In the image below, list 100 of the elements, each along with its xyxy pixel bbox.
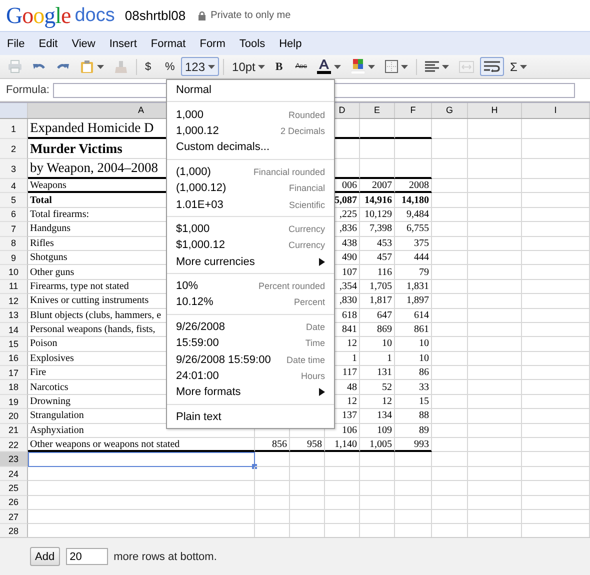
row-header[interactable]: 10 bbox=[0, 265, 28, 280]
menu-item[interactable]: Edit bbox=[34, 36, 63, 52]
toolbar-button[interactable]: 123 bbox=[181, 57, 220, 76]
table-cell: 444 bbox=[395, 250, 432, 266]
row-header[interactable]: 6 bbox=[0, 208, 28, 222]
table-cell: 12 bbox=[360, 394, 395, 410]
row-header[interactable]: 16 bbox=[0, 352, 28, 366]
menu-item[interactable]: View bbox=[66, 36, 100, 52]
menu-item[interactable]: Insert bbox=[104, 36, 142, 52]
table-cell bbox=[432, 294, 468, 309]
document-title[interactable]: 08shrtbl08 bbox=[124, 8, 186, 23]
format-hint: Date bbox=[306, 322, 325, 332]
column-header[interactable]: I bbox=[522, 103, 590, 118]
row-header[interactable]: 1 bbox=[0, 119, 28, 139]
row-header[interactable]: 27 bbox=[0, 510, 28, 524]
column-header[interactable]: E bbox=[360, 103, 395, 118]
table-cell bbox=[432, 280, 468, 294]
row-header[interactable]: 9 bbox=[0, 250, 28, 266]
format-hint: Date time bbox=[286, 354, 325, 365]
table-cell bbox=[255, 496, 290, 510]
format-hint: Scientific bbox=[288, 200, 325, 210]
row-header[interactable]: 4 bbox=[0, 179, 28, 194]
table-cell: 2007 bbox=[360, 179, 395, 194]
sharing-status[interactable]: Private to only me bbox=[210, 10, 291, 21]
menu-item[interactable]: Form bbox=[194, 36, 230, 52]
row-header[interactable]: 5 bbox=[0, 193, 28, 208]
menu-item[interactable]: Format bbox=[146, 36, 191, 52]
lock-icon bbox=[198, 10, 206, 20]
row-header[interactable]: 17 bbox=[0, 366, 28, 380]
table-cell bbox=[395, 159, 432, 179]
table-cell: 33 bbox=[395, 380, 432, 395]
menu-item[interactable]: Help bbox=[274, 36, 307, 52]
row-header[interactable]: 7 bbox=[0, 222, 28, 237]
table-cell bbox=[255, 466, 290, 482]
row-header[interactable]: 24 bbox=[0, 466, 28, 482]
logo[interactable]: Google bbox=[6, 2, 71, 28]
table-cell bbox=[290, 496, 325, 510]
add-button[interactable]: Add bbox=[30, 547, 60, 566]
table-cell: 1,817 bbox=[360, 294, 395, 309]
table-cell bbox=[522, 294, 590, 309]
row-header[interactable]: 22 bbox=[0, 438, 28, 452]
row-header[interactable]: 14 bbox=[0, 322, 28, 338]
table-cell: 109 bbox=[360, 424, 395, 438]
table-cell bbox=[468, 250, 522, 266]
table-cell bbox=[290, 452, 325, 467]
table-cell bbox=[395, 466, 432, 482]
row-header[interactable]: 23 bbox=[0, 452, 28, 467]
table-cell: 647 bbox=[360, 308, 395, 323]
fill-handle[interactable] bbox=[252, 464, 257, 469]
toolbar-button[interactable]: 10pt bbox=[228, 57, 270, 76]
row-header[interactable]: 20 bbox=[0, 409, 28, 424]
table-cell bbox=[325, 496, 360, 510]
table-cell bbox=[468, 159, 522, 179]
column-header[interactable]: H bbox=[468, 103, 522, 118]
row-header[interactable]: 26 bbox=[0, 496, 28, 510]
table-cell bbox=[255, 481, 290, 496]
row-header[interactable]: 21 bbox=[0, 424, 28, 438]
table-cell bbox=[432, 322, 468, 338]
row-header[interactable]: 3 bbox=[0, 159, 28, 179]
row-header[interactable]: 13 bbox=[0, 308, 28, 323]
toolbar-button[interactable]: B bbox=[271, 57, 290, 76]
table-cell bbox=[522, 409, 590, 424]
menu-item[interactable]: Tools bbox=[234, 36, 270, 52]
table-cell bbox=[290, 466, 325, 482]
table-cell: 1,897 bbox=[395, 294, 432, 309]
table-cell bbox=[522, 208, 590, 222]
table-cell: 10,129 bbox=[360, 208, 395, 222]
table-cell bbox=[432, 193, 468, 208]
table-cell bbox=[360, 496, 395, 510]
row-header[interactable]: 19 bbox=[0, 394, 28, 410]
table-cell: 861 bbox=[395, 322, 432, 338]
column-header[interactable]: G bbox=[432, 103, 468, 118]
table-cell bbox=[468, 208, 522, 222]
table-cell bbox=[468, 222, 522, 237]
row-header[interactable]: 2 bbox=[0, 139, 28, 159]
table-cell bbox=[432, 208, 468, 222]
wrap-button[interactable] bbox=[480, 57, 504, 76]
row-header[interactable]: 12 bbox=[0, 294, 28, 309]
formula-label: Formula: bbox=[6, 84, 50, 96]
column-header[interactable]: F bbox=[395, 103, 432, 118]
table-cell: 1,140 bbox=[325, 438, 360, 452]
menu-option[interactable]: Normal bbox=[167, 82, 334, 98]
table-cell: 453 bbox=[360, 236, 395, 251]
rows-count-field[interactable]: 20 bbox=[66, 548, 108, 565]
toolbar-button[interactable]: $ bbox=[141, 57, 159, 76]
format-hint: Financial bbox=[288, 183, 325, 194]
toolbar-button[interactable]: % bbox=[161, 57, 179, 76]
row-header[interactable]: 8 bbox=[0, 236, 28, 251]
caret-icon bbox=[258, 64, 266, 68]
menu-item[interactable]: File bbox=[2, 36, 30, 52]
table-cell bbox=[432, 380, 468, 395]
toolbar-button[interactable]: Σ bbox=[506, 57, 532, 76]
table-cell bbox=[522, 481, 590, 496]
table-cell bbox=[432, 424, 468, 438]
row-header[interactable]: 18 bbox=[0, 380, 28, 395]
table-cell: 457 bbox=[360, 250, 395, 266]
table-cell bbox=[432, 222, 468, 237]
row-header[interactable]: 15 bbox=[0, 337, 28, 352]
row-header[interactable]: 11 bbox=[0, 280, 28, 294]
row-header[interactable]: 25 bbox=[0, 481, 28, 496]
